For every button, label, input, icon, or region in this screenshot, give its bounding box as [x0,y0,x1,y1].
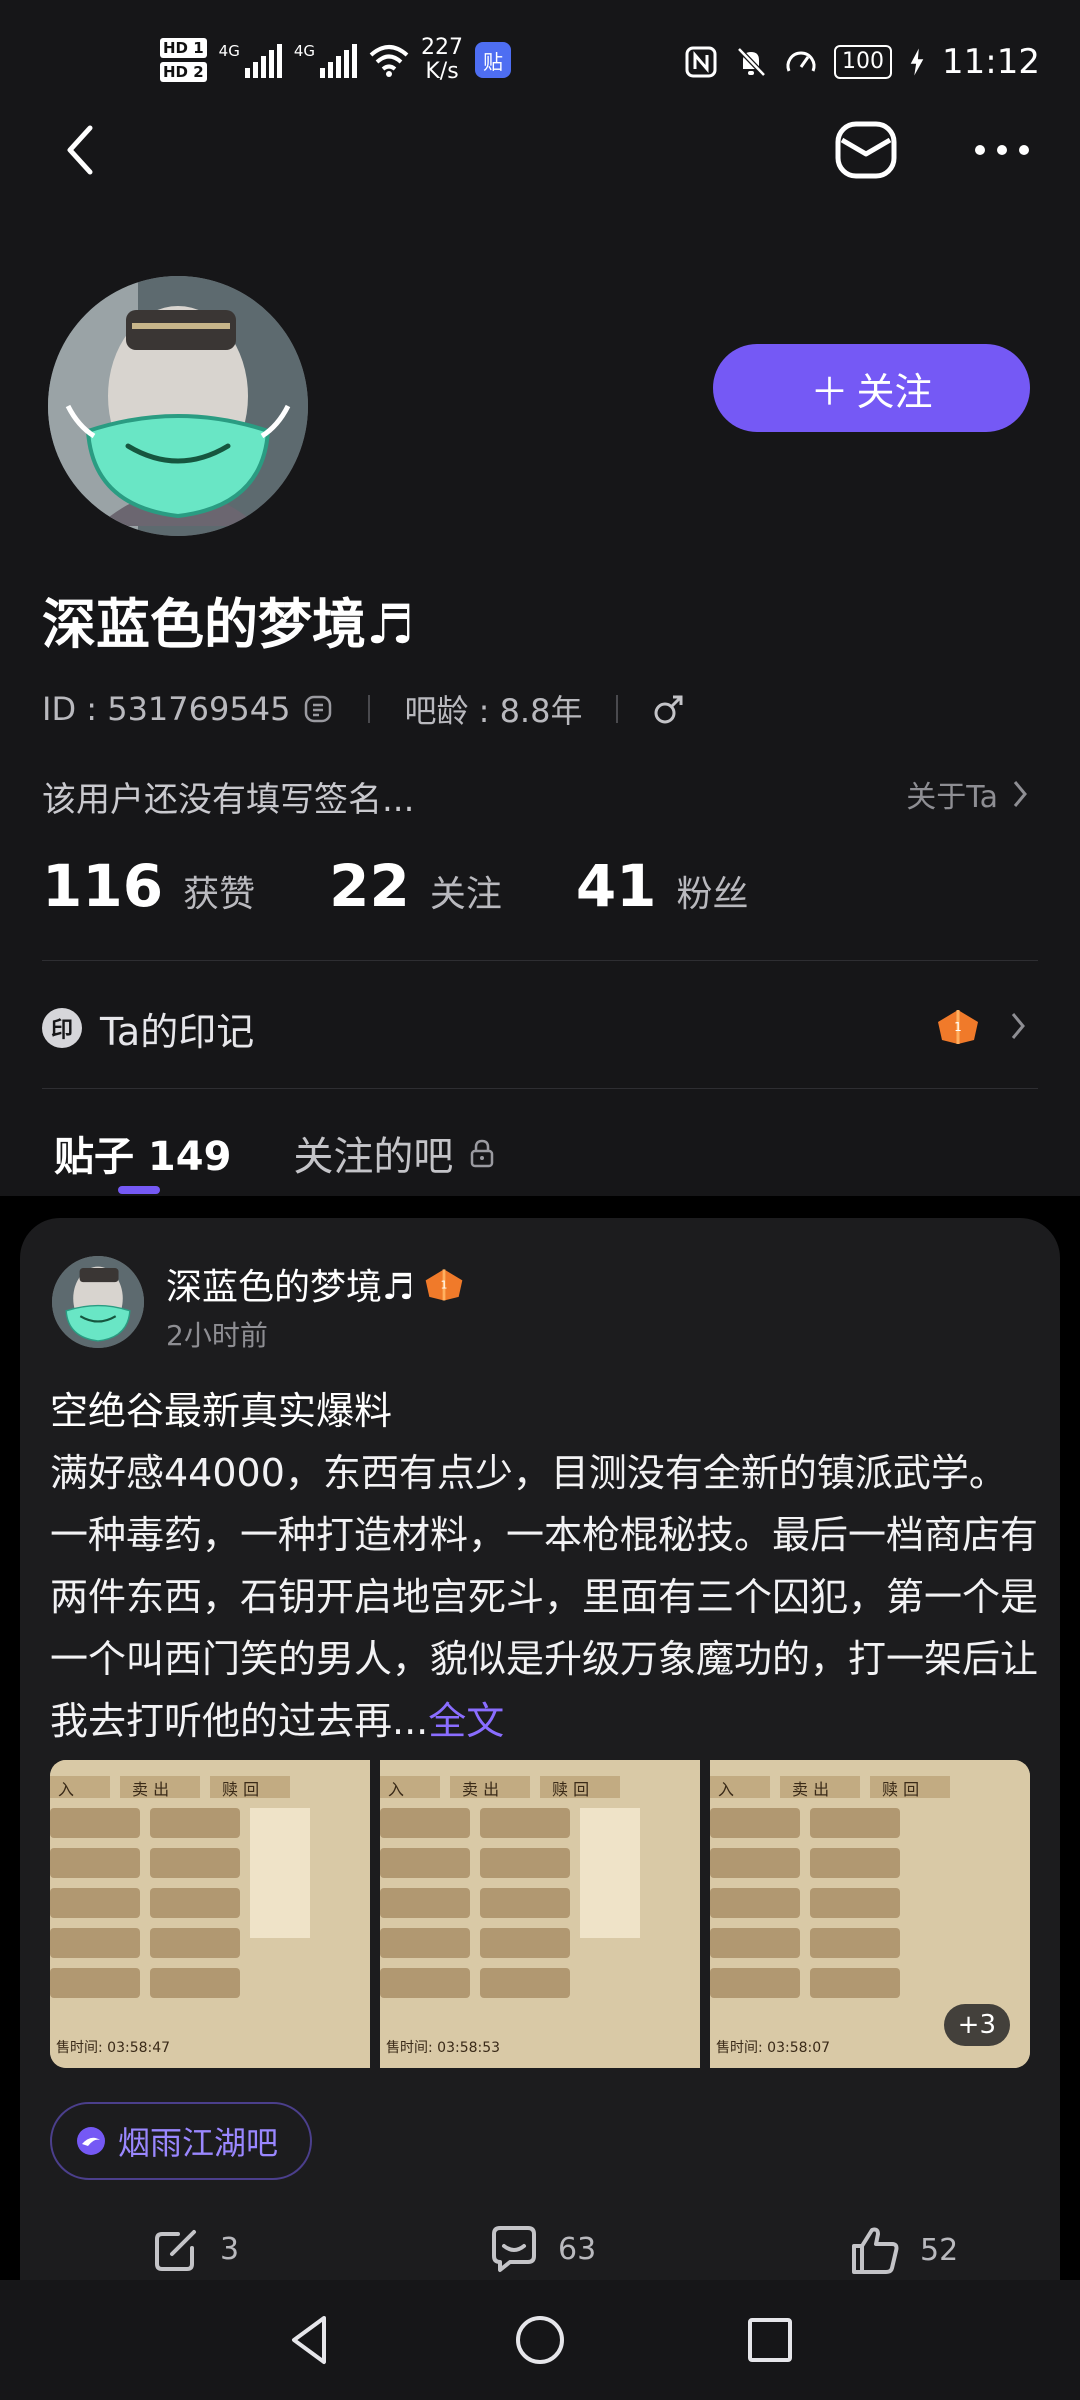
speedometer-icon [786,51,816,72]
stat-following[interactable]: 22 关注 [329,852,502,920]
image-tab-text: 入 [388,1780,404,1799]
profile-stats: 116 获赞 22 关注 41 粉丝 [42,852,823,920]
more-options-icon[interactable] [970,122,1034,178]
post-image[interactable]: 入 卖 出 赎 回 售时间: 03:58:07 +3 [710,1760,1030,2068]
chevron-right-icon [1011,1013,1025,1039]
badge-icon: 1 [938,1010,978,1044]
meta-separator [368,695,371,723]
post-author[interactable]: 深蓝色的梦境♬ 1 [166,1258,466,1310]
battery-indicator: 100 [834,45,893,79]
forum-icon [77,2127,105,2155]
profile-tabs: 贴子 149 关注的吧 [54,1124,495,1182]
image-timestamp: 售时间: 03:58:07 [716,2040,830,2056]
post-author-avatar[interactable] [52,1256,144,1348]
hd1-indicator: HD 1 [160,38,207,58]
wifi-icon [369,45,409,77]
image-tab-text: 卖 出 [462,1780,499,1799]
svg-text:1: 1 [441,1279,448,1292]
message-icon[interactable] [832,118,900,182]
status-bar: HD 1 HD 2 4G 4G 227 K/s 贴 100 11:12 [0,0,1080,120]
system-nav-bar [0,2280,1080,2400]
signal-1-icon: 4G [219,42,282,78]
profile-meta: ID : 531769545 吧龄 : 8.8年 [42,686,686,732]
user-signature: 该用户还没有填写签名... [42,780,415,820]
bar-age: 吧龄 : 8.8年 [404,692,583,730]
signal-2-icon: 4G [294,42,358,78]
divider [42,1088,1038,1089]
user-avatar[interactable] [48,276,308,536]
chevron-right-icon [1013,781,1027,807]
like-button[interactable]: 52 [850,2224,958,2276]
profile-username: 深蓝色的梦境♬ [42,593,415,656]
nfc-icon [685,46,717,78]
male-gender-icon [654,695,683,724]
hd2-indicator: HD 2 [160,62,207,82]
back-icon[interactable] [58,120,118,180]
meta-separator [616,695,619,723]
tab-posts[interactable]: 贴子 149 [54,1124,231,1182]
copy-id-icon[interactable] [302,693,334,725]
stat-fans[interactable]: 41 粉丝 [576,852,749,920]
post-card[interactable]: 深蓝色的梦境♬ 1 2小时前 空绝谷最新真实爆料 满好感44000，东西有点少，… [20,1218,1060,2280]
divider [42,960,1038,961]
image-tab-text: 卖 出 [792,1780,829,1799]
image-tab-text: 入 [58,1780,74,1799]
tieba-notification-icon: 贴 [475,42,512,78]
user-id: ID : 531769545 [42,690,291,728]
share-button[interactable]: 3 [152,2224,239,2274]
post-images: 入 卖 出 赎 回 售时间: 03:58:47 入 卖 出 赎 回 售时间: 0… [50,1760,1030,2068]
comment-icon [492,2226,536,2272]
image-tab-text: 卖 出 [132,1780,169,1799]
clock: 11:12 [942,42,1040,82]
system-back-icon[interactable] [280,2310,340,2370]
post-time: 2小时前 [166,1319,268,1352]
imprint-row[interactable]: 印 Ta的印记 1 [42,1000,1038,1056]
share-icon [155,2230,196,2271]
imprint-icon: 印 [42,1008,82,1048]
plus-icon: ＋ [810,369,849,414]
tab-followed-bars[interactable]: 关注的吧 [293,1124,495,1182]
follow-button[interactable]: ＋ 关注 [713,344,1030,432]
post-title[interactable]: 空绝谷最新真实爆料 [50,1380,1040,1442]
image-tab-text: 赎 回 [222,1780,259,1799]
svg-text:1: 1 [954,1020,962,1034]
post-image[interactable]: 入 卖 出 赎 回 售时间: 03:58:47 [50,1760,370,2068]
charging-icon [910,48,924,76]
about-link[interactable]: 关于Ta [906,772,1028,816]
active-tab-indicator [118,1186,160,1194]
more-images-count[interactable]: +3 [943,2004,1010,2046]
image-tab-text: 入 [718,1780,734,1799]
image-tab-text: 赎 回 [552,1780,589,1799]
read-more-link[interactable]: 全文 [428,1699,504,1743]
bell-mute-icon [737,47,766,77]
badge-icon: 1 [425,1269,463,1301]
image-tab-text: 赎 回 [882,1780,919,1799]
image-timestamp: 售时间: 03:58:53 [386,2040,500,2056]
imprint-label: Ta的印记 [100,1009,255,1054]
post-body[interactable]: 满好感44000，东西有点少，目测没有全新的镇派武学。一种毒药，一种打造材料，一… [50,1442,1040,1752]
system-recents-icon[interactable] [740,2310,800,2370]
stat-likes[interactable]: 116 获赞 [42,852,255,920]
system-home-icon[interactable] [510,2310,570,2370]
thumbs-up-icon [852,2227,899,2274]
net-speed: 227 K/s [421,35,464,84]
image-timestamp: 售时间: 03:58:47 [56,2040,170,2056]
forum-tag[interactable]: 烟雨江湖吧 [50,2102,313,2180]
comment-button[interactable]: 63 [488,2224,596,2274]
post-image[interactable]: 入 卖 出 赎 回 售时间: 03:58:53 [380,1760,700,2068]
top-nav [0,110,1080,190]
post-actions: 3 63 52 [20,2218,1060,2278]
lock-icon [471,1139,494,1168]
